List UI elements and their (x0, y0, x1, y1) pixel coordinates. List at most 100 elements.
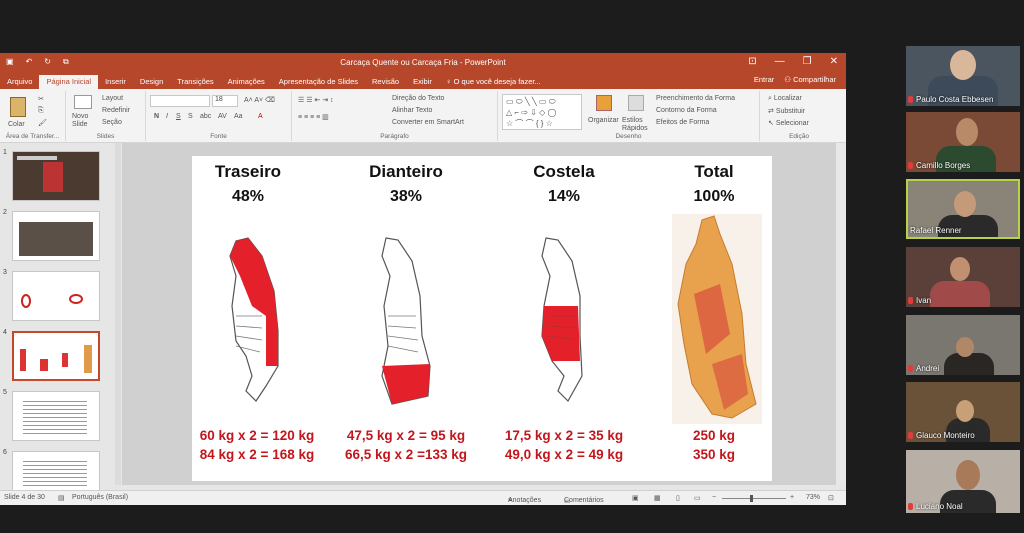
close-button[interactable]: ✕ (830, 56, 838, 67)
participant-tile[interactable]: Andrei (906, 315, 1020, 375)
paste-button[interactable]: Colar (8, 121, 25, 128)
select-button[interactable]: ↖ Selecionar (768, 119, 809, 127)
participant-label: Ivan (908, 296, 931, 305)
underline-icon[interactable]: S (176, 113, 181, 120)
maximize-button[interactable]: ❐ (803, 56, 812, 67)
format-painter-icon[interactable]: 🖌 (38, 119, 47, 127)
tab-exibir[interactable]: Exibir (406, 75, 439, 89)
new-slide-icon[interactable] (74, 95, 92, 109)
tab-design[interactable]: Design (133, 75, 170, 89)
slide-thumbnail-3[interactable] (12, 271, 100, 321)
italic-icon[interactable]: I (166, 113, 168, 120)
thumb-number: 2 (3, 209, 7, 216)
thumb-text (23, 458, 87, 488)
zoom-slider[interactable] (722, 495, 786, 502)
mic-muted-icon (908, 432, 913, 439)
tab-revisao[interactable]: Revisão (365, 75, 406, 89)
font-color-icon[interactable]: A (258, 113, 263, 120)
shapes-gallery[interactable]: ▭ ⬭ ╲ ╲ ▭ ⬭ △ ⌐ ⇨ ⇩ ◇ ◯ ☆ ⌒ ⌒ { } ☆ (502, 94, 582, 130)
new-slide-button[interactable]: Novo Slide (72, 113, 98, 129)
replace-button[interactable]: ⇄ Substituir (768, 107, 805, 115)
replace-icon: ⇄ (768, 108, 776, 115)
layout-button[interactable]: Layout (102, 95, 123, 102)
slide-scrollbar[interactable] (836, 143, 846, 485)
zoom-in-icon[interactable]: + (790, 494, 794, 501)
text-direction-button[interactable]: Direção do Texto (392, 95, 444, 102)
minimize-button[interactable]: — (775, 56, 785, 67)
participant-face (954, 191, 976, 217)
section-button[interactable]: Seção (102, 119, 122, 126)
shape-effects-button[interactable]: Efeitos de Forma (656, 119, 709, 126)
tab-animacoes[interactable]: Animações (221, 75, 272, 89)
bullets-icon[interactable]: ☰ ☰ ⇤ ⇥ ↕ (298, 96, 334, 104)
arrange-icon[interactable] (596, 95, 612, 111)
participant-tile[interactable]: Paulo Costa Ebbesen (906, 46, 1020, 106)
slide-thumbnail-1[interactable] (12, 151, 100, 201)
case-icon[interactable]: Aa (234, 113, 243, 120)
reset-button[interactable]: Redefinir (102, 107, 130, 114)
quick-styles-icon[interactable] (628, 95, 644, 111)
zoom-thumb[interactable] (750, 495, 753, 502)
arrange-button[interactable]: Organizar (588, 117, 619, 124)
find-button[interactable]: ⌕ Localizar (768, 95, 802, 103)
ribbon-tabs: Arquivo Página Inicial Inserir Design Tr… (0, 73, 846, 89)
font-family-select[interactable] (150, 95, 210, 107)
quick-styles-button[interactable]: Estilos Rápidos (622, 117, 652, 133)
tell-me-box[interactable]: ♀ O que você deseja fazer... (439, 75, 548, 89)
paste-icon[interactable] (10, 97, 26, 117)
thumb-text (23, 398, 87, 434)
zoom-out-icon[interactable]: − (712, 494, 716, 501)
signin-link[interactable]: Entrar (754, 75, 774, 84)
font-size-select[interactable]: 18 (212, 95, 238, 107)
zoom-level[interactable]: 73% (806, 494, 820, 501)
thumb-number: 5 (3, 389, 7, 396)
shadow-icon[interactable]: S (188, 113, 193, 120)
col-title: Dianteiro (369, 162, 443, 181)
sorter-view-icon[interactable]: ▦ (654, 494, 661, 502)
tab-inserir[interactable]: Inserir (98, 75, 133, 89)
participant-tile[interactable]: Ivan (906, 247, 1020, 307)
thumbnail-scrollbar[interactable] (115, 143, 121, 485)
window-title: Carcaça Quente ou Carcaça Fria - PowerPo… (340, 58, 506, 67)
carcass-costela-diagram (541, 237, 583, 402)
participant-face (956, 460, 980, 490)
ribbon-display-icon[interactable]: ⊡ (748, 56, 756, 67)
reading-view-icon[interactable]: ▯ (676, 494, 680, 502)
thumb-number: 6 (3, 449, 7, 456)
tab-arquivo[interactable]: Arquivo (0, 75, 39, 89)
slideshow-icon[interactable]: ▭ (694, 494, 701, 502)
slide-thumbnail-4[interactable] (12, 331, 100, 381)
thumb-number: 4 (3, 329, 7, 336)
tab-apresentacao[interactable]: Apresentação de Slides (272, 75, 365, 89)
smartart-button[interactable]: Converter em SmartArt (392, 119, 464, 126)
participant-tile-active-speaker[interactable]: Rafael Renner (906, 179, 1020, 239)
participant-tile[interactable]: Camillo Borges (906, 112, 1020, 172)
copy-icon[interactable]: ⎘ (38, 107, 44, 115)
participant-tile[interactable]: Luciano Noal (906, 450, 1020, 513)
language-status[interactable]: Português (Brasil) (72, 494, 128, 501)
slide-thumbnail-2[interactable] (12, 211, 100, 261)
shape-fill-button[interactable]: Preenchimento da Forma (656, 95, 735, 102)
align-icon[interactable]: ≡ ≡ ≡ ≡ ▥ (298, 113, 329, 121)
spellcheck-icon[interactable]: ▤ (58, 494, 65, 502)
grow-font-icon[interactable]: A˄ A˅ ⌫ (244, 96, 275, 104)
cut-icon[interactable]: ✂ (38, 95, 44, 103)
thumb-shape (69, 294, 83, 304)
ribbon: Colar ✂ ⎘ 🖌 Área de Transfer... Novo Sli… (0, 89, 846, 143)
share-button[interactable]: ⚇ Compartilhar (784, 75, 836, 84)
thumb-image (43, 162, 63, 192)
participant-tile[interactable]: Glauco Monteiro (906, 382, 1020, 442)
tab-transicoes[interactable]: Transições (170, 75, 220, 89)
slide-canvas[interactable]: Traseiro 48% Dianteiro 38% Costela 14% T… (192, 156, 772, 481)
participant-label: Glauco Monteiro (908, 431, 975, 440)
shape-outline-button[interactable]: Contorno da Forma (656, 107, 717, 114)
normal-view-icon[interactable]: ▣ (632, 494, 639, 502)
strike-icon[interactable]: abc (200, 113, 211, 120)
bold-icon[interactable]: N (154, 113, 159, 120)
group-label: Área de Transfer... (5, 133, 60, 140)
slide-thumbnail-5[interactable] (12, 391, 100, 441)
tab-pagina-inicial[interactable]: Página Inicial (39, 75, 99, 89)
align-text-button[interactable]: Alinhar Texto (392, 107, 432, 114)
spacing-icon[interactable]: AV (218, 113, 227, 120)
fit-slide-icon[interactable]: ⊡ (828, 494, 834, 502)
